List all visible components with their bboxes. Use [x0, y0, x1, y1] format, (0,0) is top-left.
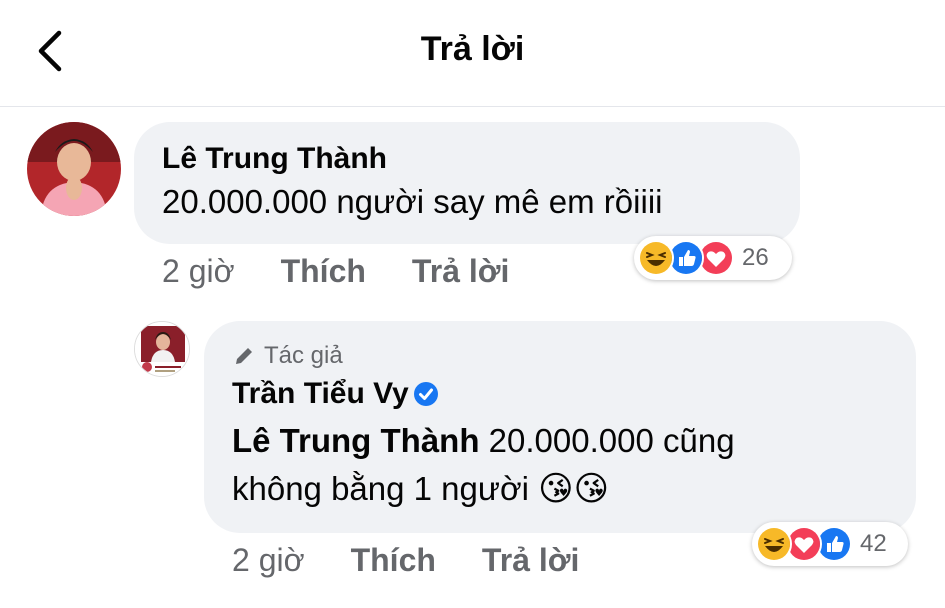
- pencil-icon: [236, 348, 252, 364]
- reaction-count: 26: [742, 244, 769, 271]
- avatar[interactable]: [27, 122, 121, 216]
- author-badge-label: Tác giả: [264, 342, 343, 369]
- comment-actions: 2 giờ Thích Trả lời: [162, 251, 509, 291]
- reply-button[interactable]: Trả lời: [482, 542, 579, 579]
- reply-text: Lê Trung Thành 20.000.000 cũng không bằn…: [232, 417, 888, 513]
- like-button[interactable]: Thích: [281, 253, 366, 290]
- reaction-summary[interactable]: 42: [752, 522, 908, 566]
- haha-reaction-icon: [638, 240, 674, 276]
- reply-author-row: Trần Tiểu Vy: [232, 375, 888, 413]
- comment-bubble[interactable]: Lê Trung Thành 20.000.000 người say mê e…: [134, 122, 800, 244]
- like-button[interactable]: Thích: [351, 542, 436, 579]
- reaction-count: 42: [860, 530, 887, 557]
- kissing-emoji-icon: 😘😘: [538, 470, 610, 508]
- reply-actions: 2 giờ Thích Trả lời: [232, 540, 579, 580]
- reaction-summary[interactable]: 26: [634, 236, 792, 280]
- reply-bubble[interactable]: Tác giả Trần Tiểu Vy Lê Trung Thành 20.0…: [204, 321, 916, 533]
- verified-badge-icon: [413, 381, 439, 407]
- reply-author[interactable]: Trần Tiểu Vy: [232, 375, 409, 413]
- haha-reaction-icon: [756, 526, 792, 562]
- reply-text-line1: 20.000.000 cũng: [479, 422, 735, 459]
- comment-text: 20.000.000 người say mê em rồiiii: [162, 183, 663, 220]
- reply-time[interactable]: 2 giờ: [232, 542, 305, 579]
- comment-time[interactable]: 2 giờ: [162, 253, 235, 290]
- author-badge: Tác giả: [232, 341, 888, 371]
- reply-button[interactable]: Trả lời: [412, 253, 509, 290]
- reply-text-line2: không bằng 1 người: [232, 470, 539, 507]
- header-bar: Trả lời: [0, 0, 945, 107]
- page-title: Trả lời: [420, 30, 525, 68]
- comment-author[interactable]: Lê Trung Thành: [162, 142, 772, 176]
- mention-link[interactable]: Lê Trung Thành: [232, 422, 479, 459]
- avatar[interactable]: [134, 321, 190, 377]
